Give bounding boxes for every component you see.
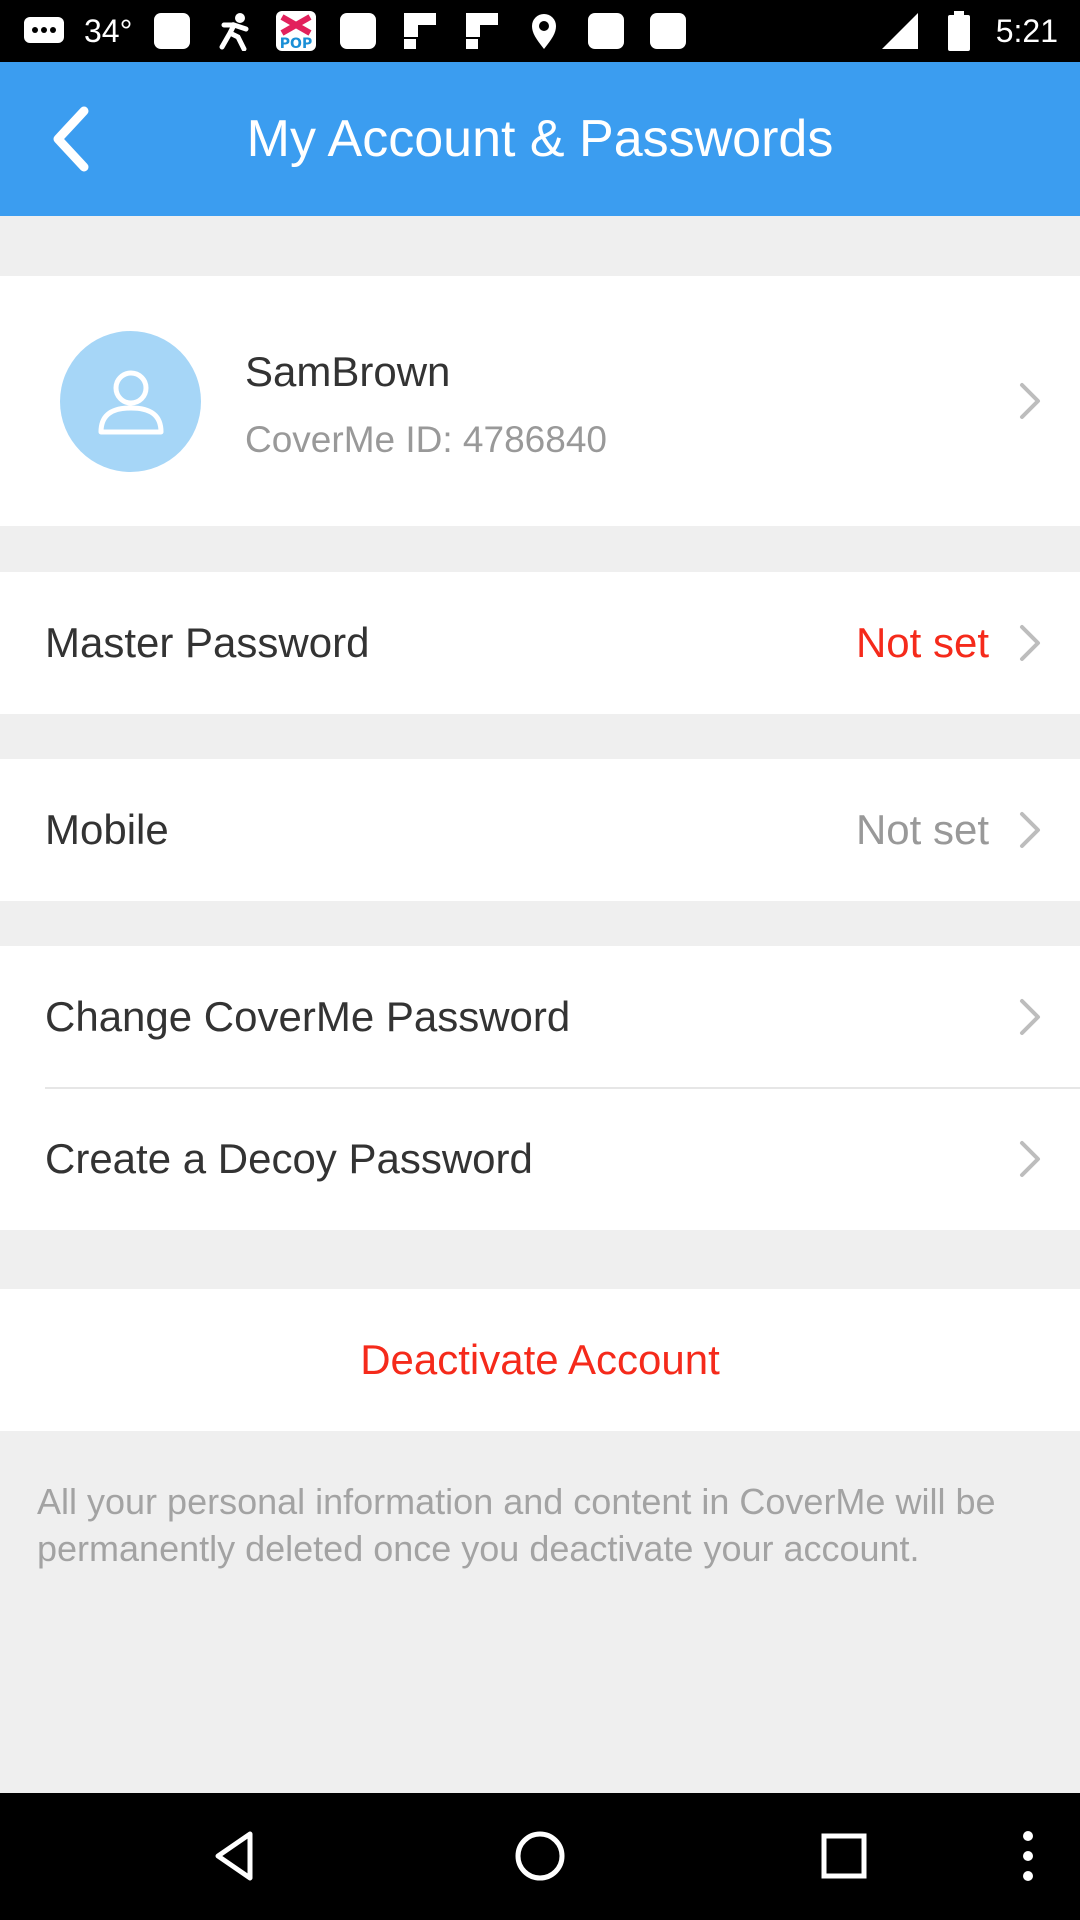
row-label: Master Password [45,619,370,666]
row-label: Mobile [45,806,169,853]
master-password-row[interactable]: Master Password Not set [0,572,1080,714]
nav-recents-button[interactable] [814,1826,874,1886]
square-icon [646,11,690,51]
deactivate-account-button[interactable]: Deactivate Account [0,1289,1080,1431]
pop-app-icon: POP [274,11,318,51]
square-icon [150,11,194,51]
mobile-row[interactable]: Mobile Not set [0,759,1080,901]
master-password-status: Not set [855,619,989,666]
nav-more-button[interactable] [998,1826,1058,1886]
app-header: My Account & Passwords [0,62,1080,216]
clock-text: 5:21 [995,12,1058,49]
flipboard-icon [460,11,504,51]
message-icon [22,11,66,51]
more-vert-icon [1023,1831,1033,1881]
nav-back-button[interactable] [206,1826,266,1886]
signal-icon [878,11,922,51]
deactivate-warning-text: All your personal information and conten… [37,1481,996,1569]
temperature-text: 34° [84,12,133,49]
nav-home-button[interactable] [510,1826,570,1886]
avatar [60,331,201,472]
chevron-right-icon [1018,810,1042,850]
square-icon [336,11,380,51]
status-bar: 34° POP 5:21 [0,0,1080,62]
flipboard-icon [398,11,442,51]
svg-text:POP: POP [280,36,312,51]
runner-icon [212,11,256,51]
create-decoy-password-row[interactable]: Create a Decoy Password [0,1088,1080,1230]
recents-square-icon [821,1833,867,1879]
page-title: My Account & Passwords [246,110,834,168]
chevron-right-icon [1018,997,1042,1037]
chevron-right-icon [1018,1139,1042,1179]
square-icon [584,11,628,51]
coverme-id: CoverMe ID: 4786840 [245,419,607,460]
chevron-right-icon [1018,381,1042,421]
row-label: Create a Decoy Password [45,1135,533,1182]
chevron-left-icon [53,106,89,172]
home-circle-icon [515,1831,565,1881]
back-triangle-icon [215,1831,253,1881]
profile-card[interactable]: SamBrown CoverMe ID: 4786840 [0,276,1080,526]
password-options-group: Change CoverMe Password Create a Decoy P… [0,946,1080,1230]
chevron-right-icon [1018,623,1042,663]
mobile-status: Not set [855,806,989,853]
battery-icon [946,11,972,51]
back-button[interactable] [30,99,110,179]
profile-name: SamBrown [245,348,451,395]
user-icon [98,370,163,434]
location-pin-icon [522,11,566,51]
change-coverme-password-row[interactable]: Change CoverMe Password [0,946,1080,1088]
navigation-bar [0,1793,1080,1920]
row-label: Change CoverMe Password [45,993,571,1040]
